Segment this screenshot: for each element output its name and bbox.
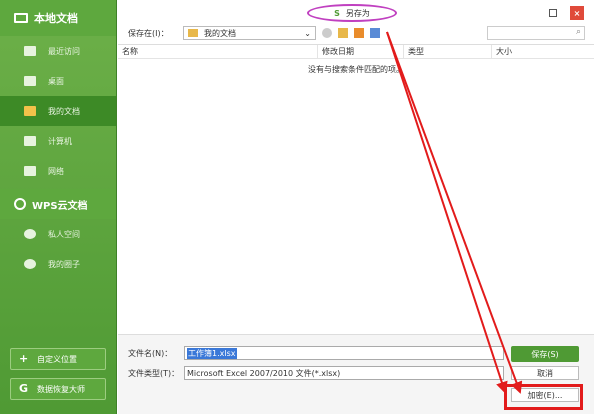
- wps-cloud-header[interactable]: WPS云文档: [0, 189, 116, 219]
- filename-value: 工作簿1.xlsx: [187, 347, 237, 359]
- column-name-label: 名称: [122, 47, 138, 56]
- close-icon: ×: [573, 8, 581, 18]
- desktop-icon: [24, 76, 36, 86]
- folder-icon: [24, 106, 36, 116]
- wps-cloud-label: WPS云文档: [32, 200, 88, 212]
- column-type-label: 类型: [408, 47, 424, 56]
- cloud-icon: [14, 198, 26, 210]
- column-name[interactable]: 名称: [118, 44, 318, 59]
- close-button[interactable]: ×: [570, 6, 584, 20]
- user-icon: [24, 229, 36, 239]
- sidebar-item-my-documents[interactable]: 我的文档: [0, 96, 116, 126]
- network-icon: [24, 166, 36, 176]
- filename-label: 文件名(N)：: [128, 348, 173, 358]
- sidebar-item-recent[interactable]: 最近访问: [0, 36, 116, 66]
- dialog-title: S 另存为: [307, 4, 397, 22]
- filetype-value: Microsoft Excel 2007/2010 文件(*.xlsx): [187, 368, 341, 378]
- save-in-value: 我的文档: [204, 28, 236, 38]
- column-size-label: 大小: [496, 47, 512, 56]
- sidebar-item-label: 我的文档: [48, 106, 80, 116]
- local-docs-header[interactable]: 本地文档: [0, 0, 116, 36]
- up-folder-icon[interactable]: [338, 28, 348, 38]
- recent-icon: [24, 46, 36, 56]
- highlight-box: [504, 384, 583, 410]
- filename-row: 文件名(N)： 工作簿1.xlsx: [128, 346, 504, 360]
- filename-input[interactable]: 工作簿1.xlsx: [184, 346, 504, 360]
- computer-icon: [24, 136, 36, 146]
- column-size[interactable]: 大小: [492, 45, 594, 59]
- save-button[interactable]: 保存(S): [511, 346, 579, 362]
- sidebar: 本地文档 最近访问 桌面 我的文档 计算机 网络 WPS云文档 私人空间 我的圈…: [0, 0, 117, 414]
- filetype-row: 文件类型(T)： Microsoft Excel 2007/2010 文件(*.…: [128, 366, 504, 380]
- data-recovery-label: 数据恢复大师: [37, 384, 85, 394]
- sidebar-item-label: 网络: [48, 166, 64, 176]
- sidebar-item-computer[interactable]: 计算机: [0, 126, 116, 156]
- sidebar-item-label: 计算机: [48, 136, 72, 146]
- save-in-label: 保存在(I)：: [128, 28, 169, 38]
- file-list[interactable]: 名称 修改日期 类型 大小 没有与搜索条件匹配的项。: [118, 44, 594, 334]
- recovery-icon: G: [19, 382, 29, 395]
- sidebar-item-label: 桌面: [48, 76, 64, 86]
- sidebar-item-my-circle[interactable]: 我的圈子: [0, 249, 116, 279]
- folder-icon: [188, 29, 198, 37]
- dialog-title-text: 另存为: [345, 8, 370, 18]
- sidebar-item-private-space[interactable]: 私人空间: [0, 219, 116, 249]
- filetype-select[interactable]: Microsoft Excel 2007/2010 文件(*.xlsx): [184, 366, 504, 380]
- view-menu-icon[interactable]: [370, 28, 380, 38]
- back-icon[interactable]: [322, 28, 332, 38]
- plus-icon: +: [19, 352, 29, 365]
- maximize-icon: [549, 9, 557, 17]
- column-type[interactable]: 类型: [404, 44, 492, 59]
- sidebar-item-label: 私人空间: [48, 229, 80, 239]
- chevron-down-icon: ⌄: [304, 28, 311, 38]
- maximize-button[interactable]: [546, 6, 560, 20]
- data-recovery-button[interactable]: G 数据恢复大师: [10, 378, 106, 400]
- sidebar-item-label: 最近访问: [48, 46, 80, 56]
- filetype-label: 文件类型(T)：: [128, 368, 180, 378]
- local-docs-label: 本地文档: [34, 12, 78, 25]
- cancel-button[interactable]: 取消: [511, 366, 579, 380]
- new-folder-icon[interactable]: [354, 28, 364, 38]
- sidebar-item-desktop[interactable]: 桌面: [0, 66, 116, 96]
- column-modified[interactable]: 修改日期: [318, 44, 404, 59]
- sidebar-item-network[interactable]: 网络: [0, 156, 116, 186]
- custom-location-label: 自定义位置: [37, 354, 77, 364]
- sidebar-item-label: 我的圈子: [48, 259, 80, 269]
- group-icon: [24, 259, 36, 269]
- column-modified-label: 修改日期: [322, 47, 354, 56]
- monitor-icon: [14, 13, 28, 23]
- empty-message: 没有与搜索条件匹配的项。: [308, 65, 404, 74]
- save-as-icon: S: [334, 8, 340, 18]
- search-icon: ⌕: [575, 27, 581, 37]
- save-in-dropdown[interactable]: 我的文档 ⌄: [183, 26, 316, 40]
- custom-location-button[interactable]: + 自定义位置: [10, 348, 106, 370]
- column-header: 名称 修改日期 类型 大小: [118, 44, 594, 59]
- search-input[interactable]: ⌕: [487, 26, 585, 40]
